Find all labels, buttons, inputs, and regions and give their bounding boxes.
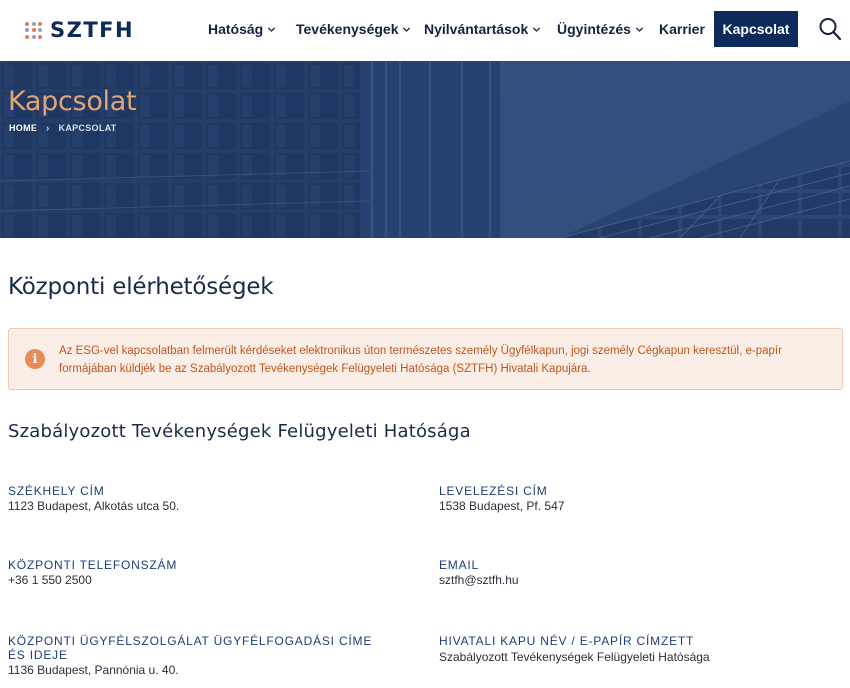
contact-value-email[interactable]: sztfh@sztfh.hu	[439, 573, 519, 588]
info-alert: i Az ESG-vel kapcsolatban felmerült kérd…	[8, 328, 843, 390]
breadcrumb-current: KAPCSOLAT	[58, 123, 117, 133]
breadcrumb: HOME › KAPCSOLAT	[9, 123, 117, 133]
contact-label-levelezesi: LEVELEZÉSI CÍM	[439, 484, 548, 498]
organization-title: Szabályozott Tevékenységek Felügyeleti H…	[8, 421, 471, 442]
nav-item-label: Ügyintézés	[557, 21, 631, 37]
contact-label-email: EMAIL	[439, 558, 480, 572]
logo-dot	[38, 21, 42, 26]
nav-item-hatosag[interactable]: Hatóság	[208, 21, 276, 37]
logo-dots-icon	[25, 21, 42, 39]
chevron-down-icon	[268, 26, 276, 32]
breadcrumb-home-link[interactable]: HOME	[9, 123, 37, 133]
search-icon[interactable]	[818, 16, 842, 42]
section-title: Központi elérhetőségek	[8, 274, 274, 300]
info-icon: i	[25, 349, 45, 369]
contact-label-ugyfelszolgalat: KÖZPONTI ÜGYFÉLSZOLGÁLAT ÜGYFÉLFOGADÁSI …	[8, 634, 373, 662]
chevron-down-icon	[533, 26, 541, 32]
logo-dot	[31, 21, 36, 26]
nav-item-ugyintezes[interactable]: Ügyintézés	[557, 21, 644, 37]
contact-value-telefon[interactable]: +36 1 550 2500	[8, 573, 92, 588]
chevron-down-icon	[635, 26, 644, 32]
logo-text: SZTFH	[50, 18, 135, 42]
logo-dot	[25, 28, 29, 32]
logo-dot	[38, 28, 42, 32]
logo-dot	[31, 28, 36, 32]
logo-dot	[38, 34, 42, 39]
nav-item-nyilvantartasok[interactable]: Nyilvántartások	[424, 21, 541, 37]
page-title: Kapcsolat	[8, 86, 137, 117]
contact-label-hivatali-kapu: HIVATALI KAPU NÉV / E-PAPÍR CÍMZETT	[439, 634, 695, 648]
nav-item-tevekenysegek[interactable]: Tevékenységek	[296, 21, 411, 37]
contact-value-szekhely: 1123 Budapest, Alkotás utca 50.	[8, 499, 180, 513]
contact-value-levelezesi: 1538 Budapest, Pf. 547	[439, 499, 565, 513]
kapcsolat-button[interactable]: Kapcsolat	[714, 11, 798, 47]
contact-value-hivatali-kapu: Szabályozott Tevékenységek Felügyeleti H…	[439, 650, 710, 664]
logo-dot	[25, 34, 29, 39]
site-header: SZTFH Hatóság Tevékenységek Nyilvántartá…	[0, 0, 850, 61]
contact-label-szekhely: SZÉKHELY CÍM	[8, 484, 105, 498]
contact-label-telefon: KÖZPONTI TELEFONSZÁM	[8, 558, 178, 572]
nav-item-label: Karrier	[659, 21, 705, 37]
site-logo[interactable]: SZTFH	[25, 17, 134, 43]
logo-dot	[31, 34, 36, 39]
nav-item-label: Nyilvántartások	[424, 21, 529, 37]
contact-value-ugyfelszolgalat: 1136 Budapest, Pannónia u. 40.	[8, 663, 179, 677]
chevron-down-icon	[403, 26, 411, 32]
logo-dot	[25, 21, 29, 26]
nav-item-label: Hatóság	[208, 21, 264, 37]
hero-banner: Kapcsolat HOME › KAPCSOLAT	[0, 61, 850, 238]
alert-text: Az ESG-vel kapcsolatban felmerült kérdés…	[59, 345, 782, 375]
breadcrumb-separator: ›	[46, 123, 50, 133]
nav-item-label: Tevékenységek	[296, 21, 399, 37]
nav-item-karrier[interactable]: Karrier	[659, 21, 705, 37]
